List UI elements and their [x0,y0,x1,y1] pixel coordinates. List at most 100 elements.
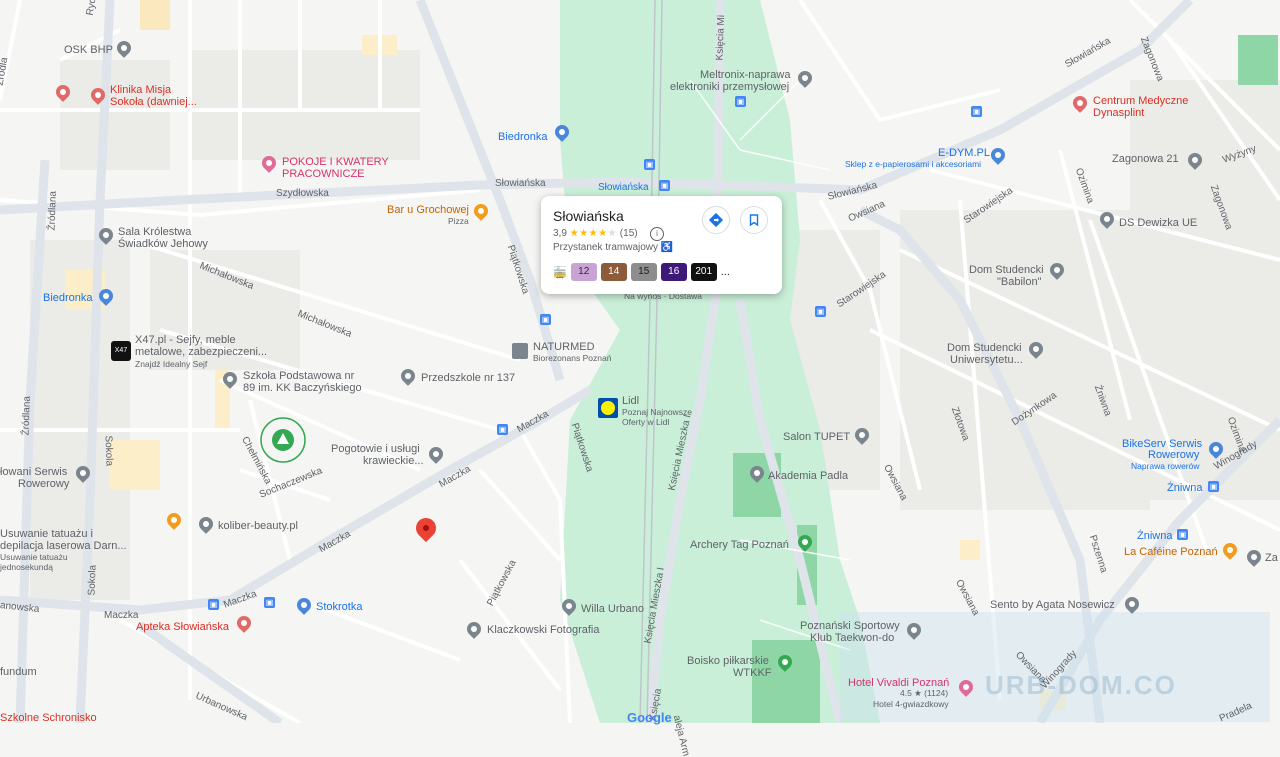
poi-sento[interactable]: Sento by Agata Nosewicz [990,599,1115,611]
street-ksiecia: Księcia Mi [714,14,728,61]
street-slowianska-stop: Słowiańska [598,182,649,193]
poi-vivaldi-rating: 4.5 ★ (1124) [900,688,949,698]
poi-pogotowie[interactable]: Pogotowie i usługi [331,443,420,455]
lidl-logo-icon[interactable] [598,398,618,418]
line-badge-15[interactable]: 15 [630,263,657,281]
poi-taekwondo[interactable]: Poznański Sportowy [800,620,900,632]
poi-zacy[interactable]: Za Cy [1265,552,1280,564]
poi-zagonowa21[interactable]: Zagonowa 21 [1112,153,1179,165]
poi-edym[interactable]: E-DYM.PL [938,147,990,159]
street-maczka: Maczka [104,610,139,621]
watermark: URB-DOM.CO [985,670,1177,700]
poi-klinika-line2: Sokoła (dawniej... [110,96,197,108]
place-type-label: Przystanek tramwajowy [553,242,659,253]
poi-meltronix[interactable]: Meltronix-naprawa [700,69,790,81]
tram-stop-icon[interactable]: ▣ [735,96,746,107]
save-button[interactable] [740,206,768,234]
poi-akademia[interactable]: Akademia Padla [768,470,848,482]
poi-boisko[interactable]: Boisko piłkarskie [687,655,769,667]
poi-serwis-line2: Rowerowy [18,478,70,490]
poi-schronisko: Szkolne Schronisko [0,712,97,724]
poi-sala[interactable]: Sala Królestwa [118,226,191,238]
poi-biedronka2[interactable]: Biedronka [43,292,93,304]
poi-centrum[interactable]: Centrum Medyczne [1093,95,1188,107]
zniwna1-stop-icon[interactable]: ▣ [1208,481,1219,492]
street-sokola: Sokola [86,564,99,596]
place-info-card[interactable]: Słowiańska 3,9 ★★★★★ (15) Przystanek tra… [541,196,782,294]
poi-archery[interactable]: Archery Tag Poznań [690,539,789,551]
transit-lines: 🚋 12 14 15 16 201 ... [553,263,730,281]
poi-meltronix-line2: elektroniki przemysłowej [670,81,790,93]
poi-dsdewizka[interactable]: DS Dewizka UE [1119,217,1197,229]
info-icon[interactable]: i [650,227,664,241]
street-szydlowska: Szydłowska [276,188,329,199]
poi-x47-line2: metalowe, zabezpieczeni... [135,346,268,358]
bus-stop-icon[interactable]: ▣ [497,424,508,435]
poi-fundum: fundum [0,666,37,678]
street-sokola: Sokola [102,435,115,467]
review-count[interactable]: (15) [620,228,638,239]
bus-stop-icon[interactable]: ▣ [971,106,982,117]
place-rating[interactable]: 3,9 ★★★★★ (15) [553,228,638,239]
poi-usuwanie-sub2: jednosekundą [0,562,53,572]
poi-babilon-line2: "Babilon" [997,276,1042,288]
poi-bar[interactable]: Bar u Grochowej [387,204,469,216]
bus-stop-icon[interactable]: ▣ [815,306,826,317]
bookmark-icon [749,214,759,227]
poi-osk[interactable]: OSK BHP [64,44,113,56]
stars-empty: ★ [607,228,618,239]
naturmed-icon[interactable] [512,343,528,359]
line-badge-16[interactable]: 16 [660,263,687,281]
poi-biedronka1[interactable]: Biedronka [498,131,548,143]
poi-serwis[interactable]: łowani Serwis [0,466,67,478]
poi-bikeserv-line2: Rowerowy [1148,449,1200,461]
poi-stokrotka[interactable]: Stokrotka [316,601,362,613]
stars-filled: ★★★★ [569,228,608,239]
more-lines[interactable]: ... [721,266,730,278]
directions-button[interactable] [702,206,730,234]
poi-babilon[interactable]: Dom Studencki [969,264,1044,276]
wheelchair-icon: ♿ [660,242,674,253]
tram-stop-icon[interactable]: ▣ [659,180,670,191]
poi-lidl[interactable]: Lidl [622,395,639,407]
poi-apteka[interactable]: Apteka Słowiańska [136,621,229,633]
zniwna2-stop-icon[interactable]: ▣ [1177,529,1188,540]
poi-naturmed[interactable]: NATURMED [533,341,595,353]
poi-uniwersytetu-line2: Uniwersytetu... [950,354,1023,366]
poi-szkola[interactable]: Szkoła Podstawowa nr [243,370,354,382]
poi-pokoje[interactable]: POKOJE I KWATERY [282,156,389,168]
poi-koliber[interactable]: koliber-beauty.pl [218,520,298,532]
poi-zniwna2[interactable]: Żniwna [1137,530,1172,542]
poi-zniwna1[interactable]: Żniwna [1167,482,1202,494]
poi-centrum-line2: Dynasplint [1093,107,1145,119]
poi-usuwanie-sub: Usuwanie tatuażu [0,552,68,562]
poi-usuwanie-line2: depilacja laserowa Darn... [0,540,127,552]
poi-salon[interactable]: Salon TUPET [783,431,850,443]
poi-willa[interactable]: Willa Urbano [581,603,644,615]
line-badge-201[interactable]: 201 [690,263,717,281]
tram-icon: 🚋 [553,266,567,279]
place-type: Przystanek tramwajowy ♿ [553,242,673,253]
poi-lacafeine[interactable]: La Caféine Poznań [1124,546,1218,558]
poi-uniwersytetu[interactable]: Dom Studencki [947,342,1022,354]
poi-x47-sub: Znajdź Idealny Sejf [135,359,208,369]
poi-vivaldi-sub: Hotel 4-gwiazdkowy [873,699,949,709]
poi-pokoje-line2: PRACOWNICZE [282,168,365,180]
poi-boisko-line2: WTKKF [733,667,772,679]
bus-stop-icon[interactable]: ▣ [264,597,275,608]
tram-stop-icon[interactable]: ▣ [644,159,655,170]
bus-stop-icon[interactable]: ▣ [208,599,219,610]
poi-lidl-sub2: Oferty w Lidl [622,417,670,427]
bus-stop-icon[interactable]: ▣ [540,314,551,325]
line-badge-12[interactable]: 12 [570,263,597,281]
poi-szkola-line2: 89 im. KK Baczyńskiego [243,382,362,394]
street-slowianska: Słowiańska [495,178,546,189]
poi-klaczkowski[interactable]: Klaczkowski Fotografia [487,624,600,636]
x47-logo-icon[interactable]: X47 [111,341,131,361]
line-badge-14[interactable]: 14 [600,263,627,281]
poi-usuwanie[interactable]: Usuwanie tatuażu i [0,528,93,540]
poi-x47[interactable]: X47.pl - Sejfy, meble [135,334,236,346]
poi-klinika[interactable]: Klinika Misja [110,84,171,96]
poi-przedszkole[interactable]: Przedszkole nr 137 [421,372,515,384]
poi-bar-sub: Pizza [448,216,469,226]
